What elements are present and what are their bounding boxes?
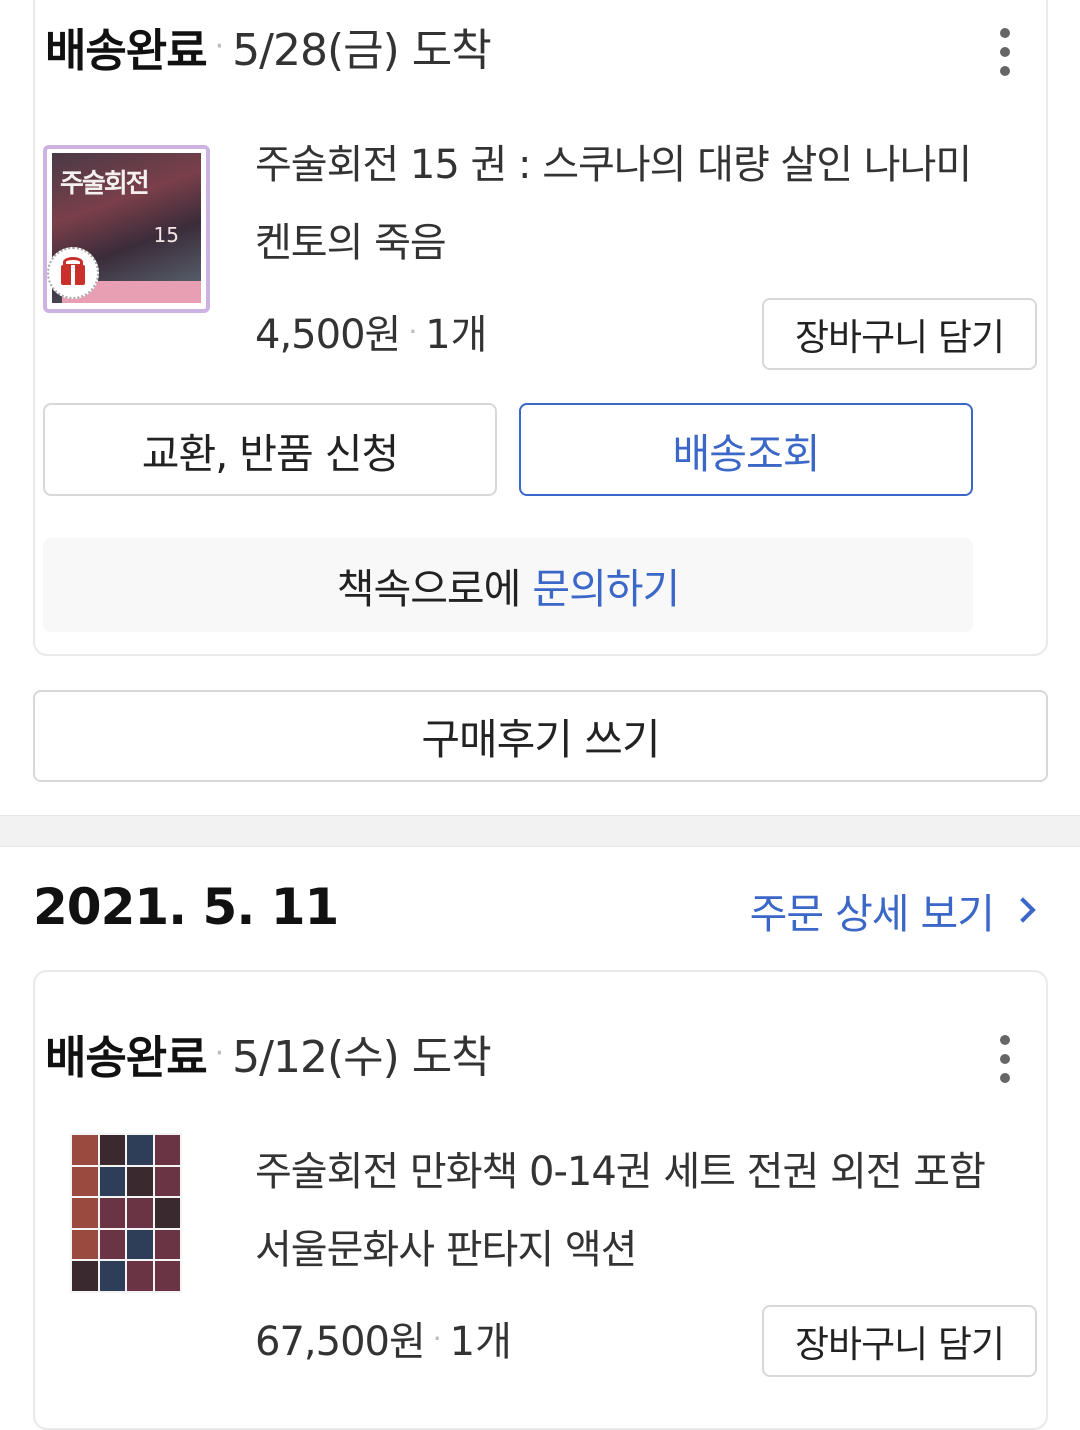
product-quantity: 1개 (425, 312, 488, 358)
seller-inquiry-banner[interactable]: 책속으로에 문의하기 (43, 538, 973, 632)
gift-icon (47, 247, 99, 299)
section-divider (0, 815, 1080, 847)
cover-volume: 15 (153, 223, 179, 247)
delivery-status-row: 배송완료 · 5/12(수) 도착 (45, 1023, 492, 1084)
inquiry-link[interactable]: 문의하기 (532, 555, 680, 615)
delivery-status-row: 배송완료 · 5/28(금) 도착 (45, 16, 492, 77)
add-to-cart-button[interactable]: 장바구니 담기 (762, 1305, 1037, 1377)
product-quantity: 1개 (449, 1319, 512, 1365)
chevron-right-icon (1010, 897, 1036, 923)
order-date: 2021. 5. 11 (33, 878, 339, 936)
arrival-date: 5/12(수) 도착 (232, 1032, 492, 1083)
track-delivery-button[interactable]: 배송조회 (519, 403, 973, 496)
book-set-image (72, 1135, 180, 1291)
separator-dot: · (432, 1321, 442, 1355)
delivery-status: 배송완료 (45, 1030, 208, 1084)
product-price: 67,500원 (255, 1319, 426, 1365)
delivery-status: 배송완료 (45, 23, 208, 77)
more-options-icon[interactable] (998, 1035, 1012, 1083)
separator-dot: · (214, 1035, 225, 1071)
product-thumbnail[interactable]: 주술회전 15 (43, 145, 210, 313)
price-row: 4,500원 · 1개 (255, 301, 487, 361)
separator-dot: · (408, 314, 418, 348)
product-price: 4,500원 (255, 312, 401, 358)
order-detail-link[interactable]: 주문 상세 보기 (749, 880, 1036, 940)
order-detail-label: 주문 상세 보기 (749, 890, 995, 938)
product-title[interactable]: 주술회전 만화책 0-14권 세트 전권 외전 포함 서울문화사 판타지 액션 (255, 1133, 986, 1289)
exchange-return-button[interactable]: 교환, 반품 신청 (43, 403, 497, 496)
product-thumbnail[interactable] (70, 1133, 182, 1293)
separator-dot: · (214, 28, 225, 64)
seller-name: 책속으로에 (336, 565, 522, 613)
add-to-cart-button[interactable]: 장바구니 담기 (762, 298, 1037, 370)
arrival-date: 5/28(금) 도착 (232, 25, 492, 76)
more-options-icon[interactable] (998, 28, 1012, 76)
write-review-button[interactable]: 구매후기 쓰기 (33, 690, 1048, 782)
product-title[interactable]: 주술회전 15 권 : 스쿠나의 대량 살인 나나미 켄토의 죽음 (255, 126, 985, 282)
price-row: 67,500원 · 1개 (255, 1308, 512, 1368)
cover-title: 주술회전 (60, 169, 150, 198)
